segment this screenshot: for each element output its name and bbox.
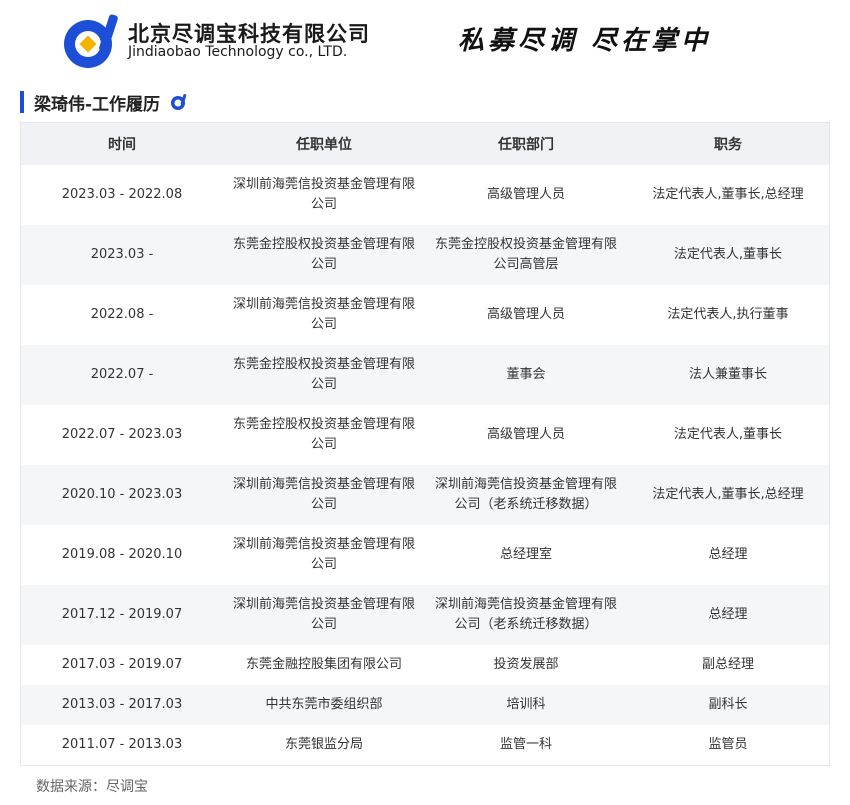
column-header-position: 职务 <box>627 123 829 165</box>
table-row: 2022.07 - 东莞金控股权投资基金管理有限公司 董事会 法人兼董事长 <box>21 345 829 405</box>
cell-time: 2011.07 - 2013.03 <box>61 737 183 752</box>
slogan: 私募尽调 尽在掌中 <box>458 26 712 56</box>
cell-department: 深圳前海莞信投资基金管理有限公司（老系统迁移数据） <box>425 465 627 525</box>
cell-time: 2017.12 - 2019.07 <box>21 585 223 645</box>
cell-company: 深圳前海莞信投资基金管理有限公司 <box>232 177 415 212</box>
cell-department: 监管一科 <box>499 737 552 752</box>
table-row: 2019.08 - 2020.10 深圳前海莞信投资基金管理有限公司 总经理室 … <box>21 525 829 585</box>
cell-position: 总经理 <box>627 585 829 645</box>
title-accent-bar <box>20 91 24 113</box>
cell-department: 总经理室 <box>499 547 552 562</box>
table-row: 2017.12 - 2019.07 深圳前海莞信投资基金管理有限公司 深圳前海莞… <box>21 585 829 645</box>
cell-department: 高级管理人员 <box>486 307 565 322</box>
cell-department: 董事会 <box>425 345 627 405</box>
cell-position: 法人兼董事长 <box>627 345 829 405</box>
data-source-note: 数据来源：尽调宝 <box>36 779 148 795</box>
section-header: 梁琦伟-工作履历 <box>20 90 188 115</box>
table-row: 2011.07 - 2013.03 东莞银监分局 监管一科 监管员 <box>21 725 829 765</box>
cell-position: 副科长 <box>627 685 829 725</box>
cell-company: 中共东莞市委组织部 <box>223 685 425 725</box>
table-header-row: 时间 任职单位 任职部门 职务 <box>21 123 829 165</box>
cell-time: 2023.03 - 2022.08 <box>61 187 183 202</box>
cell-time: 2022.07 - 2023.03 <box>61 427 183 442</box>
table-row: 2017.03 - 2019.07 东莞金融控股集团有限公司 投资发展部 副总经… <box>21 645 829 685</box>
cell-department: 投资发展部 <box>493 657 559 672</box>
cell-department: 高级管理人员 <box>486 187 565 202</box>
page-header: 北京尽调宝科技有限公司 Jindiaobao Technology co., L… <box>0 0 850 80</box>
table-row: 2022.07 - 2023.03 东莞金控股权投资基金管理有限公司 高级管理人… <box>21 405 829 465</box>
cell-position: 法定代表人,执行董事 <box>667 307 789 322</box>
cell-company: 东莞银监分局 <box>284 737 363 752</box>
cell-time: 2022.07 - <box>21 345 223 405</box>
cell-company: 深圳前海莞信投资基金管理有限公司 <box>232 537 415 572</box>
table-row: 2022.08 - 深圳前海莞信投资基金管理有限公司 高级管理人员 法定代表人,… <box>21 285 829 345</box>
cell-company: 东莞金控股权投资基金管理有限公司 <box>232 417 415 452</box>
cell-company: 深圳前海莞信投资基金管理有限公司 <box>223 465 425 525</box>
column-header-time: 时间 <box>21 123 223 165</box>
cell-time: 2022.08 - <box>90 307 154 322</box>
table-row: 2023.03 - 2022.08 深圳前海莞信投资基金管理有限公司 高级管理人… <box>21 165 829 225</box>
cell-time: 2020.10 - 2023.03 <box>21 465 223 525</box>
cell-company: 东莞金控股权投资基金管理有限公司 <box>223 345 425 405</box>
cell-company: 东莞金控股权投资基金管理有限公司 <box>223 225 425 285</box>
cell-company: 深圳前海莞信投资基金管理有限公司 <box>223 585 425 645</box>
page-title: 梁琦伟-工作履历 <box>34 94 161 115</box>
cell-position: 法定代表人,董事长,总经理 <box>627 465 829 525</box>
cell-department: 深圳前海莞信投资基金管理有限公司（老系统迁移数据） <box>425 585 627 645</box>
cell-company: 深圳前海莞信投资基金管理有限公司 <box>232 297 415 332</box>
cell-time: 2017.03 - 2019.07 <box>61 657 183 672</box>
company-name-en: Jindiaobao Technology co., LTD. <box>128 44 348 60</box>
cell-position: 法定代表人,董事长 <box>627 225 829 285</box>
cell-time: 2023.03 - <box>21 225 223 285</box>
cell-position: 副总经理 <box>701 657 754 672</box>
jindiaobao-logo-icon <box>64 14 118 68</box>
cell-department: 培训科 <box>425 685 627 725</box>
cell-company: 东莞金融控股集团有限公司 <box>245 657 402 672</box>
cell-position: 监管员 <box>708 737 748 752</box>
table-row: 2023.03 - 东莞金控股权投资基金管理有限公司 东莞金控股权投资基金管理有… <box>21 225 829 285</box>
cell-position: 法定代表人,董事长 <box>673 427 783 442</box>
table-row: 2020.10 - 2023.03 深圳前海莞信投资基金管理有限公司 深圳前海莞… <box>21 465 829 525</box>
cell-position: 法定代表人,董事长,总经理 <box>652 187 804 202</box>
work-history-table: 时间 任职单位 任职部门 职务 2023.03 - 2022.08 深圳前海莞信… <box>20 122 830 766</box>
jindiaobao-logo-icon <box>171 94 187 110</box>
column-header-department: 任职部门 <box>425 123 627 165</box>
cell-department: 东莞金控股权投资基金管理有限公司高管层 <box>425 225 627 285</box>
cell-time: 2013.03 - 2017.03 <box>21 685 223 725</box>
cell-position: 总经理 <box>708 547 748 562</box>
table-row: 2013.03 - 2017.03 中共东莞市委组织部 培训科 副科长 <box>21 685 829 725</box>
cell-time: 2019.08 - 2020.10 <box>61 547 183 562</box>
column-header-company: 任职单位 <box>223 123 425 165</box>
cell-department: 高级管理人员 <box>486 427 565 442</box>
